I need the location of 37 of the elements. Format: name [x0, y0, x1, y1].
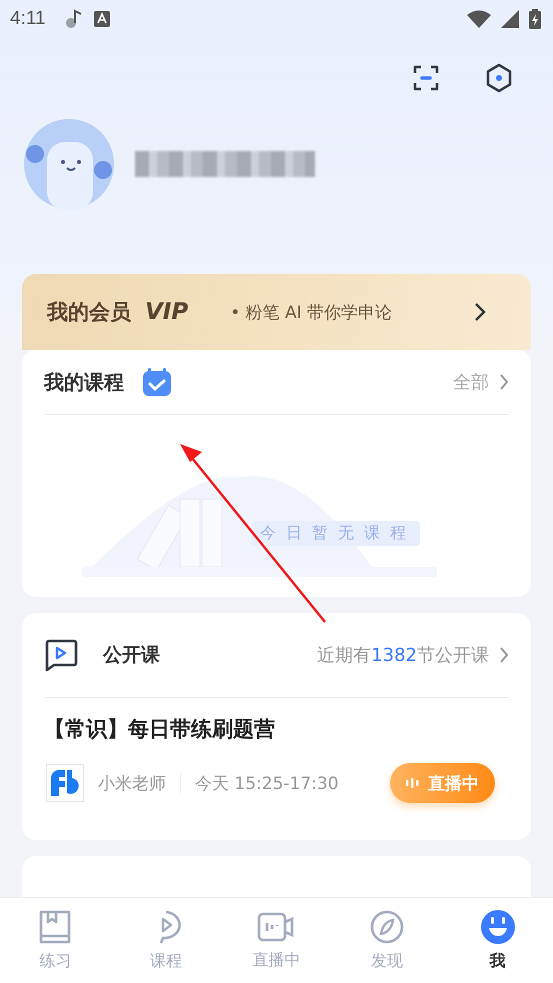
scan-icon[interactable] — [413, 65, 439, 91]
course-time: 今天 15:25-17:30 — [195, 772, 339, 794]
chevron-right-icon — [474, 302, 486, 322]
teacher-name: 小米老师 — [98, 772, 166, 794]
smiley-icon — [480, 909, 516, 945]
course-title[interactable]: 【常识】每日带练刷题营 — [22, 698, 531, 743]
avatar-icon[interactable] — [23, 118, 115, 210]
section-title: 公开课 — [103, 643, 160, 668]
vip-slogan: • 粉笔 AI 带你学申论 — [230, 302, 392, 324]
status-time: 4:11 — [10, 8, 46, 30]
chevron-right-icon — [499, 646, 509, 664]
battery-icon — [529, 9, 541, 29]
view-all-link[interactable]: 全部 — [453, 370, 489, 394]
empty-state-text: 今日暂无课程 — [252, 521, 420, 546]
audio-bars-icon — [406, 778, 420, 788]
play-chat-icon — [44, 639, 78, 671]
teacher-logo-icon — [46, 764, 84, 802]
compass-icon — [369, 909, 406, 945]
tab[interactable]: 课程 — [110, 898, 222, 983]
book-icon — [38, 909, 72, 945]
signal-icon — [501, 10, 519, 28]
keyboard-icon — [94, 11, 110, 27]
tab[interactable]: 直播中 — [221, 898, 332, 983]
live-button[interactable]: 直播中 — [390, 763, 495, 803]
tab[interactable]: 发现 — [332, 898, 442, 983]
open-course-count[interactable]: 近期有1382节公开课 — [317, 643, 489, 667]
wifi-icon — [467, 10, 491, 28]
tab[interactable]: 我 — [442, 898, 553, 983]
vip-banner[interactable]: 我的会员 VIP • 粉笔 AI 带你学申论 — [22, 274, 531, 350]
video-camera-icon — [257, 910, 296, 944]
vip-label: VIP — [145, 299, 188, 325]
vip-title: 我的会员 — [47, 299, 131, 326]
tab[interactable]: 练习 — [0, 898, 111, 983]
section-title: 我的课程 — [44, 368, 124, 396]
chevron-right-icon — [499, 373, 509, 391]
settings-icon[interactable] — [485, 63, 513, 93]
calendar-check-icon — [142, 367, 172, 397]
